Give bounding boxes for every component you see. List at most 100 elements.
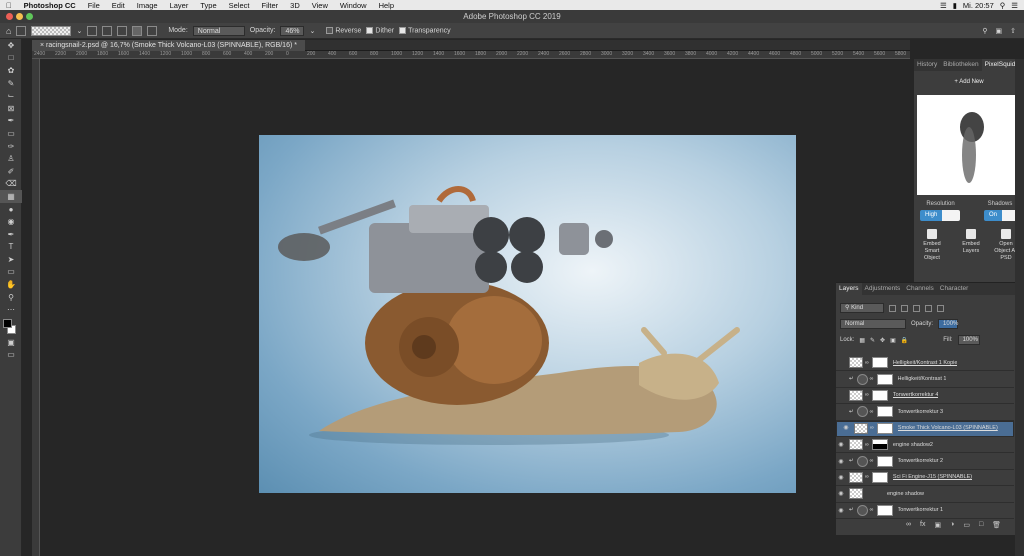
home-icon[interactable]: ⌂ (6, 26, 11, 36)
menu-image[interactable]: Image (131, 1, 164, 10)
apple-icon[interactable]:  (0, 1, 18, 10)
wifi-icon[interactable]: ☰ (940, 1, 947, 10)
menu-window[interactable]: Window (334, 1, 373, 10)
color-swatches[interactable] (0, 316, 22, 336)
frame-tool-icon[interactable]: ⊠ (0, 102, 22, 115)
angle-gradient-icon[interactable] (117, 25, 128, 36)
eraser-tool-icon[interactable]: ⌫ (0, 178, 22, 191)
menu-help[interactable]: Help (373, 1, 400, 10)
menu-layer[interactable]: Layer (164, 1, 195, 10)
shape-tool-icon[interactable]: ▭ (0, 266, 22, 279)
chevron-down-icon[interactable]: ⌄ (76, 27, 82, 35)
layer-row[interactable]: ◉ ↵ ∞ Tonwertkorrektur 2 (836, 453, 1014, 470)
battery-icon[interactable]: ▮ (953, 1, 957, 10)
more-tools-icon[interactable]: ⋯ (0, 303, 22, 316)
diamond-gradient-icon[interactable] (147, 25, 158, 36)
lock-all-icon[interactable]: 🔒 (901, 337, 908, 344)
eye-icon[interactable]: ◉ (836, 490, 846, 497)
workspace-icon[interactable]: ▣ (996, 27, 1003, 35)
new-layer-icon[interactable]: □ (979, 521, 983, 529)
eye-icon[interactable]: ◉ (836, 507, 846, 514)
linear-gradient-icon[interactable] (87, 25, 98, 36)
healing-tool-icon[interactable]: ▭ (0, 127, 22, 140)
new-group-icon[interactable]: ▭ (963, 521, 970, 529)
layer-row[interactable]: ∞ Helligkeit/Kontrast 1 Kopie (836, 355, 1014, 372)
lock-artboard-icon[interactable]: ▣ (890, 337, 896, 344)
layer-row[interactable]: ◉ ∞ engine shadow2 (836, 437, 1014, 454)
eye-icon[interactable]: ◉ (836, 458, 846, 465)
object-preview[interactable] (917, 95, 1021, 195)
adjustment-layer-icon[interactable]: ◑ (950, 521, 954, 529)
screen-mode-icon[interactable]: ▭ (0, 349, 22, 362)
tab-history[interactable]: History (914, 59, 940, 71)
adjustment-filter-icon[interactable] (901, 304, 908, 312)
smart-object-filter-icon[interactable] (937, 304, 944, 312)
add-new-button[interactable]: + Add New (914, 79, 1024, 85)
embed-layers-button[interactable]: Embed Layers (956, 229, 986, 255)
layer-row[interactable]: ↵ ∞ Helligkeit/Kontrast 1 (836, 371, 1014, 388)
link-layers-icon[interactable]: ∞ (906, 521, 911, 529)
eyedropper-tool-icon[interactable]: ✒ (0, 115, 22, 128)
close-window-button[interactable] (6, 13, 13, 20)
gradient-tool-icon[interactable] (16, 25, 27, 36)
trash-icon[interactable]: 🗑 (992, 521, 1001, 529)
radial-gradient-icon[interactable] (102, 25, 113, 36)
menu-type[interactable]: Type (194, 1, 222, 10)
spotlight-icon[interactable]: ⚲ (1000, 1, 1006, 10)
layer-row[interactable]: ∞ Tonwertkorrektur 4 (836, 388, 1014, 405)
history-brush-tool-icon[interactable]: ✐ (0, 165, 22, 178)
tab-channels[interactable]: Channels (903, 283, 936, 295)
layer-opacity-input[interactable]: 100% (938, 319, 958, 329)
layer-row[interactable]: ◉ ∞ Sci Fi Engine-J15 (SPINNABLE) (836, 470, 1014, 487)
search-icon[interactable]: ⚲ (982, 27, 987, 35)
fx-icon[interactable]: fx (920, 521, 925, 529)
horizontal-ruler[interactable]: 2400 2200 2000 1800 1600 1400 1200 1000 800 600 40… (32, 51, 910, 59)
eye-icon[interactable]: ◉ (841, 424, 851, 433)
tab-pixelsquid[interactable]: PixelSquid (981, 59, 1019, 71)
layer-row[interactable]: ↵ ∞ Tonwertkorrektur 3 (836, 404, 1014, 421)
opacity-input[interactable]: 46% (280, 25, 305, 36)
eye-icon[interactable]: ◉ (836, 474, 846, 481)
brush-tool-icon[interactable]: ✑ (0, 140, 22, 153)
share-icon[interactable]: ⇧ (1010, 27, 1016, 35)
move-tool-icon[interactable]: ✥ (0, 39, 22, 52)
tab-bibliotheken[interactable]: Bibliotheken (940, 59, 981, 71)
kind-filter-select[interactable]: ⚲ Kind (840, 303, 884, 313)
transparency-checkbox[interactable]: Transparency (399, 26, 451, 34)
minimize-window-button[interactable] (16, 13, 23, 20)
zoom-window-button[interactable] (26, 13, 33, 20)
stamp-tool-icon[interactable]: ♙ (0, 152, 22, 165)
reflected-gradient-icon[interactable] (132, 25, 143, 36)
quick-select-tool-icon[interactable]: ✎ (0, 77, 22, 90)
lock-position-icon[interactable]: ✥ (880, 337, 885, 344)
vertical-ruler[interactable] (32, 59, 40, 556)
shape-filter-icon[interactable] (925, 304, 932, 312)
tab-adjustments[interactable]: Adjustments (862, 283, 904, 295)
menu-select[interactable]: Select (223, 1, 256, 10)
layer-row[interactable]: ◉ engine shadow (836, 486, 1014, 503)
add-mask-icon[interactable]: ▣ (934, 521, 941, 529)
clock[interactable]: Mi. 20:57 (963, 1, 994, 10)
layer-row-selected[interactable]: ◉ ∞ Smoke Thick Volcano-L03 (SPINNABLE) (836, 420, 1014, 437)
resolution-toggle[interactable]: High (920, 210, 960, 221)
pen-tool-icon[interactable]: ✒ (0, 228, 22, 241)
pixel-filter-icon[interactable] (889, 304, 896, 312)
menu-edit[interactable]: Edit (106, 1, 131, 10)
app-menu[interactable]: Photoshop CC (18, 1, 82, 10)
crop-tool-icon[interactable]: ⌙ (0, 89, 22, 102)
type-tool-icon[interactable]: T (0, 241, 22, 254)
reverse-checkbox[interactable]: Reverse (326, 26, 361, 34)
lock-image-icon[interactable]: ✎ (870, 337, 875, 344)
document-tab[interactable]: × racingsnail-2.psd @ 16,7% (Smoke Thick… (32, 40, 305, 51)
gradient-tool-icon[interactable]: ▦ (0, 190, 22, 203)
notification-icon[interactable]: ☰ (1011, 1, 1018, 10)
type-filter-icon[interactable] (913, 304, 920, 312)
mode-select[interactable]: Normal (192, 25, 245, 36)
gradient-picker[interactable] (31, 25, 72, 36)
zoom-tool-icon[interactable]: ⚲ (0, 291, 22, 304)
path-select-tool-icon[interactable]: ➤ (0, 253, 22, 266)
blend-mode-select[interactable]: Normal (840, 319, 906, 329)
eye-icon[interactable]: ◉ (836, 441, 846, 448)
chevron-down-icon[interactable]: ⌄ (309, 27, 315, 35)
dither-checkbox[interactable]: Dither (366, 26, 394, 34)
